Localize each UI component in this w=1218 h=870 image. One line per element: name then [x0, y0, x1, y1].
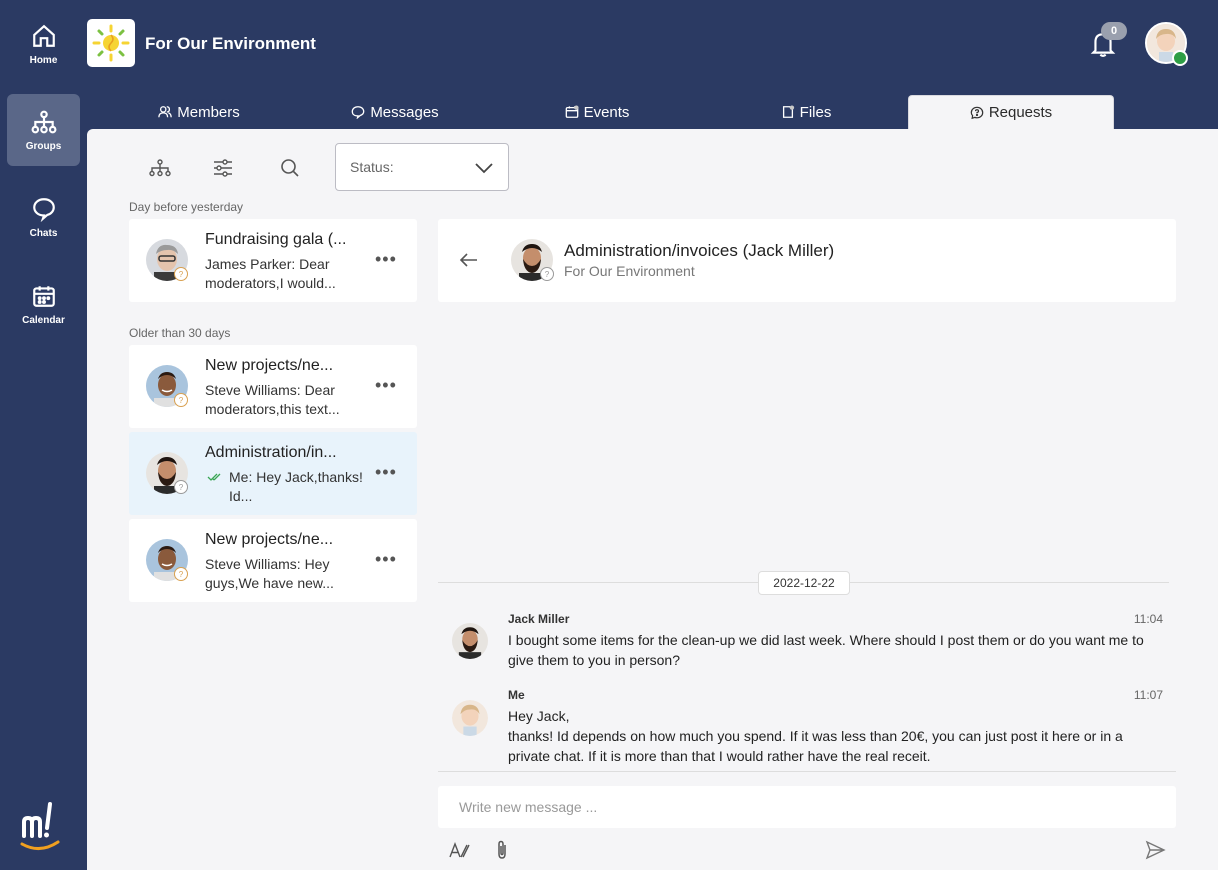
rail-label: Groups — [25, 140, 62, 152]
request-card[interactable]: ? New projects/ne... Steve Williams: Dea… — [129, 345, 417, 428]
message-icon — [351, 106, 365, 119]
avatar — [452, 700, 488, 736]
group-title: For Our Environment — [145, 34, 316, 53]
rail-item-calendar[interactable]: Calendar — [7, 268, 80, 340]
group-logo[interactable] — [87, 19, 135, 67]
rail-item-groups[interactable]: Groups — [7, 94, 80, 166]
request-snippet: Steve Williams: Dear moderators,this tex… — [205, 382, 340, 417]
tab-messages[interactable]: Messages — [316, 95, 474, 129]
message-time: 11:04 — [1133, 612, 1163, 626]
request-status-icon: ? — [540, 267, 554, 281]
rail-label: Home — [29, 54, 58, 66]
notification-count-badge: 0 — [1101, 22, 1127, 40]
more-options-icon[interactable]: ••• — [375, 549, 397, 570]
requests-panel: Status: Day before yesterday ? Fundraisi… — [87, 129, 1218, 870]
more-options-icon[interactable]: ••• — [375, 462, 397, 483]
request-snippet: Steve Williams: Hey guys,We have new... — [205, 556, 334, 591]
message-line: Hey Jack, — [508, 708, 570, 724]
section-label-older: Older than 30 days — [129, 326, 231, 340]
compose-divider — [438, 771, 1176, 772]
tab-requests[interactable]: Requests — [908, 95, 1114, 129]
message-author: Jack Miller — [508, 612, 570, 626]
request-title: Fundraising gala (... — [205, 231, 347, 248]
conversation-subtitle: For Our Environment — [564, 263, 695, 279]
avatar — [452, 623, 488, 659]
events-icon — [565, 105, 579, 118]
search-icon[interactable] — [279, 157, 301, 179]
request-status-icon: ? — [174, 480, 188, 494]
request-card[interactable]: ? Fundraising gala (... James Parker: De… — [129, 219, 417, 302]
message-time: 11:07 — [1133, 688, 1163, 702]
message-text: I bought some items for the clean-up we … — [508, 632, 1144, 668]
date-pill: 2022-12-22 — [758, 571, 850, 595]
chat-icon — [32, 197, 55, 222]
request-title: New projects/ne... — [205, 531, 334, 548]
tab-label: Members — [177, 103, 240, 121]
message-input[interactable] — [438, 786, 1176, 828]
request-card[interactable]: ? New projects/ne... Steve Williams: Hey… — [129, 519, 417, 602]
tab-files[interactable]: Files — [727, 95, 885, 129]
status-select[interactable]: Status: — [335, 143, 509, 191]
rail-label: Chats — [29, 227, 58, 239]
sun-icon — [92, 24, 130, 62]
paperclip-icon[interactable] — [491, 839, 513, 861]
tab-members[interactable]: Members — [120, 95, 278, 129]
rail-item-home[interactable]: Home — [7, 8, 80, 80]
message-line: thanks! Id depends on how much you spend… — [508, 728, 1123, 764]
top-header: For Our Environment 0 — [87, 0, 1218, 94]
conversation-header: ? Administration/invoices (Jack Miller) … — [438, 219, 1176, 302]
tab-label: Messages — [370, 103, 439, 121]
more-options-icon[interactable]: ••• — [375, 249, 397, 270]
more-options-icon[interactable]: ••• — [375, 375, 397, 396]
conversation-title: Administration/invoices (Jack Miller) — [564, 241, 835, 260]
text-format-icon[interactable] — [448, 839, 470, 861]
hierarchy-icon[interactable] — [149, 157, 171, 179]
request-card-selected[interactable]: ? Administration/in... Me: Hey Jack,than… — [129, 432, 417, 515]
tab-events[interactable]: Events — [518, 95, 676, 129]
filter-sliders-icon[interactable] — [212, 157, 234, 179]
request-snippet-text: Me: Hey Jack,thanks! Id... — [229, 469, 363, 504]
brand-logo — [20, 802, 60, 850]
calendar-icon — [32, 285, 55, 307]
request-title: Administration/in... — [205, 444, 337, 461]
pending-status-icon: ? — [174, 393, 188, 407]
status-select-label: Status: — [350, 159, 394, 175]
pending-status-icon: ? — [174, 267, 188, 281]
chevron-down-icon — [475, 163, 493, 174]
send-icon[interactable] — [1144, 839, 1166, 861]
tab-label: Events — [583, 103, 630, 121]
rail-label: Calendar — [22, 314, 65, 326]
double-check-icon — [207, 473, 221, 481]
back-arrow-icon[interactable] — [458, 249, 480, 271]
request-snippet: Me: Hey Jack,thanks! Id... — [205, 468, 365, 506]
online-status-icon — [1172, 50, 1188, 66]
tab-label: Files — [799, 103, 832, 121]
tab-label: Requests — [988, 104, 1053, 121]
members-icon — [158, 106, 173, 118]
rail-item-chats[interactable]: Chats — [7, 181, 80, 253]
files-icon — [782, 105, 794, 118]
requests-icon — [970, 106, 984, 119]
section-label-recent: Day before yesterday — [129, 200, 244, 214]
message-text: Hey Jack, thanks! Id depends on how much… — [508, 706, 1168, 766]
left-rail: Home Groups Chats Calendar — [0, 0, 87, 870]
home-icon — [32, 24, 55, 47]
message-author: Me — [508, 688, 525, 702]
pending-status-icon: ? — [174, 567, 188, 581]
groups-icon — [31, 110, 56, 133]
request-title: New projects/ne... — [205, 357, 334, 374]
request-snippet: James Parker: Dear moderators,I would... — [205, 256, 336, 291]
